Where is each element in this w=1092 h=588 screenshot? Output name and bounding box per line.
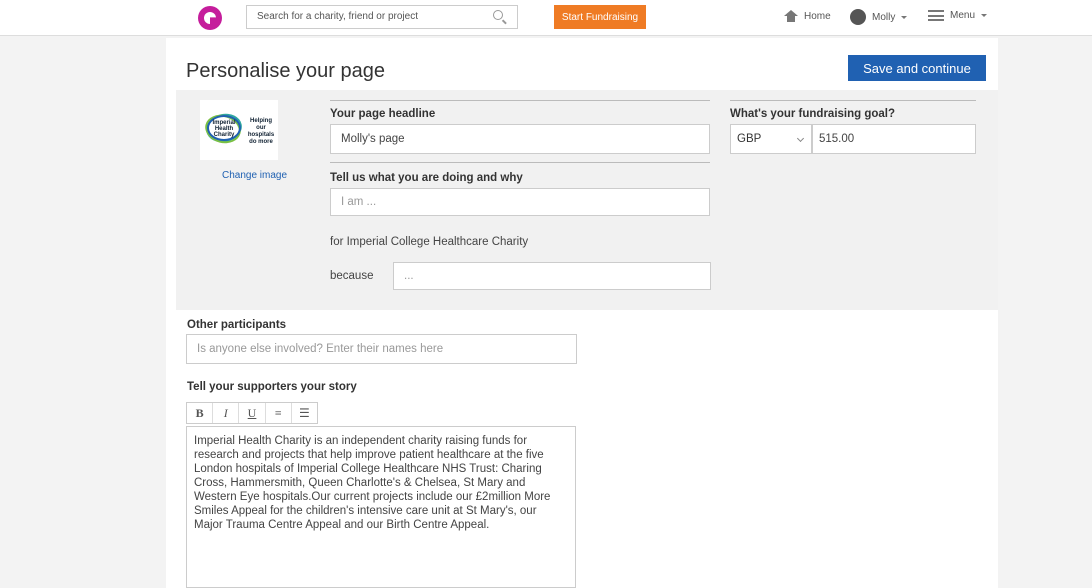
divider bbox=[330, 162, 710, 163]
headline-input[interactable]: Molly's page bbox=[330, 124, 710, 154]
home-icon bbox=[784, 10, 798, 22]
bullet-list-button[interactable]: ≡ bbox=[266, 403, 292, 423]
currency-select[interactable]: GBP bbox=[730, 124, 812, 154]
headline-label: Your page headline bbox=[330, 108, 436, 120]
because-input[interactable]: ... bbox=[393, 262, 711, 290]
i-am-input[interactable]: I am ... bbox=[330, 188, 710, 216]
avatar bbox=[850, 9, 866, 25]
hamburger-icon bbox=[928, 10, 944, 21]
search-placeholder: Search for a charity, friend or project bbox=[257, 11, 418, 22]
logo-tagline: Helping our hospitals do more bbox=[247, 118, 275, 145]
chevron-down-icon bbox=[796, 134, 805, 143]
page-details-panel: Imperial Health Charity Helping our hosp… bbox=[176, 90, 998, 310]
charity-for-text: for Imperial College Healthcare Charity bbox=[330, 236, 529, 248]
menu-label: Menu bbox=[950, 10, 976, 21]
top-navigation-bar: Search for a charity, friend or project … bbox=[0, 0, 1092, 36]
chevron-down-icon bbox=[901, 15, 908, 19]
underline-button[interactable]: U bbox=[239, 403, 266, 423]
start-fundraising-button[interactable]: Start Fundraising bbox=[554, 5, 646, 29]
logo-charity-name: Imperial Health Charity bbox=[212, 120, 236, 138]
participants-label: Other participants bbox=[187, 319, 287, 331]
because-label: because bbox=[330, 270, 374, 282]
divider bbox=[330, 100, 710, 101]
search-icon[interactable] bbox=[493, 10, 503, 20]
bold-button[interactable]: B bbox=[187, 403, 214, 423]
italic-button[interactable]: I bbox=[213, 403, 240, 423]
goal-amount-input[interactable]: 515.00 bbox=[812, 124, 976, 154]
numbered-list-button[interactable]: ☰ bbox=[292, 403, 317, 423]
change-image-link[interactable]: Change image bbox=[222, 170, 287, 181]
divider bbox=[730, 100, 976, 101]
chevron-down-icon bbox=[981, 14, 988, 17]
user-name: Molly bbox=[872, 11, 896, 23]
main-menu[interactable]: Menu bbox=[928, 10, 988, 21]
currency-value: GBP bbox=[737, 133, 762, 145]
story-editor-toolbar: B I U ≡ ☰ bbox=[186, 402, 318, 424]
page-title: Personalise your page bbox=[186, 60, 386, 82]
charity-logo: Imperial Health Charity Helping our hosp… bbox=[200, 100, 278, 160]
user-menu[interactable]: Molly bbox=[850, 9, 908, 25]
personalise-card: Personalise your page Save and continue … bbox=[166, 38, 998, 588]
home-link[interactable]: Home bbox=[784, 10, 831, 22]
why-label: Tell us what you are doing and why bbox=[330, 172, 523, 184]
goal-label: What's your fundraising goal? bbox=[730, 108, 896, 120]
story-label: Tell your supporters your story bbox=[187, 381, 357, 393]
story-textarea[interactable]: Imperial Health Charity is an independen… bbox=[186, 426, 576, 588]
search-input[interactable]: Search for a charity, friend or project bbox=[246, 5, 518, 29]
site-logo-icon[interactable] bbox=[198, 6, 222, 30]
participants-input[interactable]: Is anyone else involved? Enter their nam… bbox=[186, 334, 577, 364]
save-and-continue-button[interactable]: Save and continue bbox=[848, 55, 986, 81]
home-label: Home bbox=[804, 10, 831, 22]
